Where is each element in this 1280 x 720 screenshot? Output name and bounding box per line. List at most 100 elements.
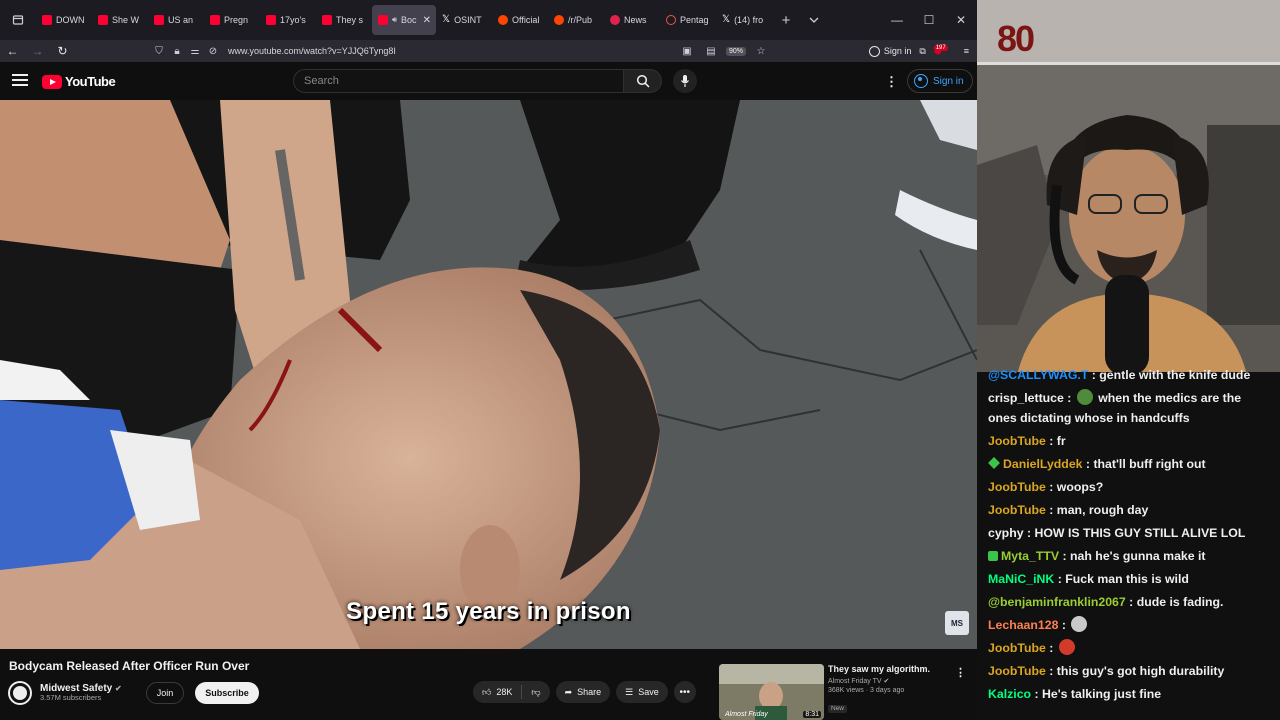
close-tab-icon[interactable]: ✕ bbox=[423, 15, 431, 26]
youtube-favicon-icon bbox=[42, 15, 52, 25]
browser-tab[interactable]: 𝕏 OSINT bbox=[436, 5, 492, 35]
search-button[interactable] bbox=[624, 69, 662, 93]
save-button[interactable]: ☰ Save bbox=[616, 681, 668, 703]
recommended-more-icon[interactable]: ⋮ bbox=[955, 666, 966, 679]
search-input[interactable]: Search bbox=[293, 69, 624, 93]
account-sign-in-button[interactable]: Sign in bbox=[868, 45, 911, 57]
back-button[interactable]: ← bbox=[0, 40, 25, 62]
picture-icon[interactable]: ▣ bbox=[678, 46, 696, 57]
tab-label: They s bbox=[336, 15, 364, 25]
chat-username[interactable]: @benjaminfranklin2067 bbox=[988, 595, 1126, 609]
extension-ublock-icon[interactable]: ⬢197 bbox=[933, 44, 956, 57]
lock-icon[interactable]: 🔒︎ bbox=[168, 46, 186, 57]
like-count: 28K bbox=[496, 687, 513, 697]
youtube-sign-in-button[interactable]: Sign in bbox=[907, 69, 973, 93]
chat-username[interactable]: Kalzico bbox=[988, 687, 1031, 701]
devil-emote-icon bbox=[1058, 639, 1075, 655]
list-all-tabs-button[interactable] bbox=[800, 0, 828, 40]
chat-message: crisp_lettuce : when the medics are the … bbox=[988, 388, 1270, 428]
permissions-icon[interactable]: ⚌ bbox=[186, 46, 204, 57]
browser-tab[interactable]: Official bbox=[492, 5, 548, 35]
browser-tab[interactable]: 🔊︎ Boc ✕ bbox=[372, 5, 436, 35]
browser-tab[interactable]: /r/Pub bbox=[548, 5, 604, 35]
checkmark-badge-icon[interactable] bbox=[988, 551, 998, 561]
tracking-off-icon[interactable]: ⊘ bbox=[204, 46, 222, 57]
recommended-video[interactable]: Almost Friday 8:31 They saw my algorithm… bbox=[719, 664, 974, 720]
chat-username[interactable]: DanielLyddek bbox=[1003, 457, 1083, 471]
tab-label: Pregn bbox=[224, 15, 249, 25]
like-button[interactable]: 👍︎ 28K bbox=[473, 681, 521, 703]
url-bar[interactable]: ⛉ 🔒︎ ⚌ ⊘ www.youtube.com/watch?v=YJJQ6Ty… bbox=[150, 42, 770, 60]
green-diamond-badge-icon[interactable] bbox=[988, 457, 1000, 469]
verified-icon: ✔ bbox=[115, 683, 122, 693]
chat-username[interactable]: cyphy bbox=[988, 526, 1024, 540]
chat-username[interactable]: MaNiC_iNK bbox=[988, 572, 1054, 586]
audio-playing-icon[interactable]: 🔊︎ bbox=[392, 15, 397, 25]
youtube-logo[interactable]: YouTube bbox=[42, 74, 116, 89]
tab-label: (14) fro bbox=[734, 15, 764, 25]
tab-list-button[interactable] bbox=[0, 0, 36, 40]
browser-tab[interactable]: 17yo's bbox=[260, 5, 316, 35]
video-player[interactable]: Spent 15 years in prison MS bbox=[0, 100, 977, 649]
subscribe-button[interactable]: Subscribe bbox=[195, 682, 259, 704]
chat-text: that'll buff right out bbox=[1093, 457, 1206, 471]
chat-panel: @SCALLYWAG.T : gentle with the knife dud… bbox=[977, 370, 1280, 720]
browser-tab[interactable]: DOWN bbox=[36, 5, 92, 35]
chat-separator: : bbox=[1088, 370, 1100, 382]
forward-button[interactable]: → bbox=[25, 40, 50, 62]
thumbs-up-icon: 👍︎ bbox=[482, 686, 492, 697]
join-button[interactable]: Join bbox=[145, 682, 185, 704]
channel-watermark-icon[interactable]: MS bbox=[945, 611, 969, 635]
thumbnail-brand-text: Almost Friday bbox=[725, 711, 768, 718]
zoom-level[interactable]: 90% bbox=[725, 46, 746, 56]
tab-label: US an bbox=[168, 15, 194, 25]
browser-tab[interactable]: Pregn bbox=[204, 5, 260, 35]
chat-message: MaNiC_iNK : Fuck man this is wild bbox=[988, 569, 1270, 589]
chat-username[interactable]: crisp_lettuce bbox=[988, 391, 1064, 405]
reddit-favicon-icon bbox=[498, 15, 508, 25]
browser-tab[interactable]: She W bbox=[92, 5, 148, 35]
dislike-button[interactable]: 👎︎ bbox=[522, 681, 549, 703]
settings-more-icon[interactable]: ⋮ bbox=[885, 74, 898, 90]
reload-button[interactable]: ↻ bbox=[50, 40, 75, 62]
chat-username[interactable]: Myta_TTV bbox=[1001, 549, 1059, 563]
chat-username[interactable]: @SCALLYWAG.T bbox=[988, 370, 1088, 382]
shield-icon[interactable]: ⛉ bbox=[150, 46, 168, 57]
guide-menu-icon[interactable] bbox=[12, 74, 28, 88]
app-menu-icon[interactable]: ≡ bbox=[964, 46, 969, 56]
chat-username[interactable]: JoobTube bbox=[988, 641, 1046, 655]
close-window-button[interactable]: ✕ bbox=[945, 0, 977, 40]
browser-window: DOWN She W US an Pregn 17yo's They s 🔊︎ Boc ✕ 𝕏 OS… bbox=[0, 0, 977, 720]
recommended-title[interactable]: They saw my algorithm. bbox=[828, 664, 958, 675]
chat-username[interactable]: JoobTube bbox=[988, 664, 1046, 678]
minimize-button[interactable]: — bbox=[881, 0, 913, 40]
chat-separator: : bbox=[1031, 687, 1042, 701]
chat-username[interactable]: JoobTube bbox=[988, 503, 1046, 517]
chat-username[interactable]: JoobTube bbox=[988, 434, 1046, 448]
chat-text: this guy's got high durability bbox=[1056, 664, 1225, 678]
share-button[interactable]: ➦ Share bbox=[555, 681, 611, 703]
x-favicon-icon: 𝕏 bbox=[442, 14, 451, 25]
tab-list-icon bbox=[12, 15, 24, 25]
browser-tab[interactable]: News bbox=[604, 5, 660, 35]
browser-tab[interactable]: Pentag bbox=[660, 5, 716, 35]
tab-label: Pentag bbox=[680, 15, 709, 25]
reader-view-icon[interactable]: ▤ bbox=[702, 46, 720, 57]
extensions-icon[interactable]: ⧉ bbox=[919, 46, 925, 57]
browser-tab[interactable]: 𝕏 (14) fro bbox=[716, 5, 772, 35]
tab-label: 17yo's bbox=[280, 15, 306, 25]
browser-tab[interactable]: US an bbox=[148, 5, 204, 35]
more-actions-button[interactable]: ••• bbox=[673, 681, 696, 703]
screen: DOWN She W US an Pregn 17yo's They s 🔊︎ Boc ✕ 𝕏 OS… bbox=[0, 0, 1280, 720]
channel-avatar[interactable] bbox=[8, 681, 32, 705]
chat-username[interactable]: Lechaan128 bbox=[988, 618, 1058, 632]
recommended-thumbnail[interactable]: Almost Friday 8:31 bbox=[719, 664, 824, 720]
new-tab-button[interactable]: + bbox=[772, 0, 800, 40]
browser-tab[interactable]: They s bbox=[316, 5, 372, 35]
chat-username[interactable]: JoobTube bbox=[988, 480, 1046, 494]
voice-search-button[interactable] bbox=[673, 69, 697, 93]
stream-side-panel: 80 @SCALLYWAG.T : gentle with the knife … bbox=[977, 0, 1280, 720]
bookmark-star-icon[interactable]: ☆ bbox=[752, 46, 770, 57]
maximize-button[interactable]: ☐ bbox=[913, 0, 945, 40]
url-text[interactable]: www.youtube.com/watch?v=YJJQ6Tyng8I bbox=[228, 46, 396, 56]
